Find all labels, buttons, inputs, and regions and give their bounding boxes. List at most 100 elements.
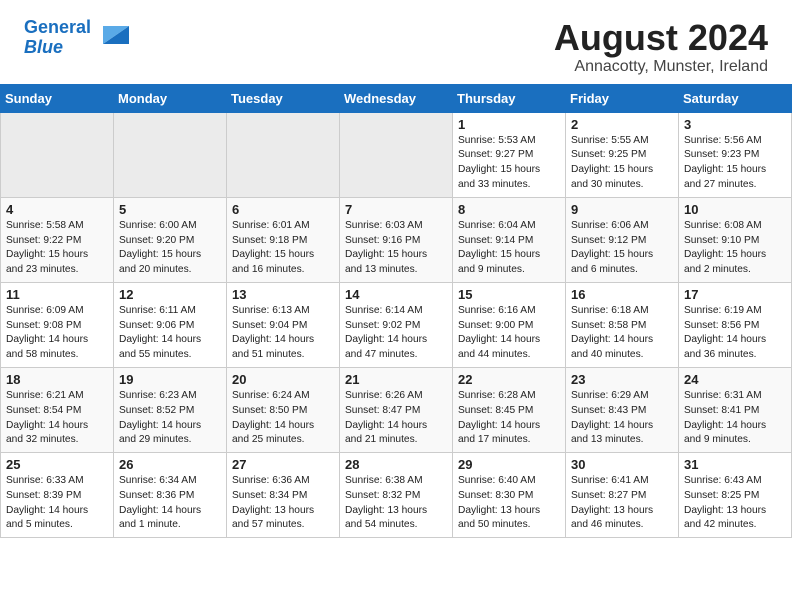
day-info: Sunrise: 6:24 AM Sunset: 8:50 PM Dayligh… [232,389,334,448]
calendar-day-cell: 5 Sunrise: 6:00 AM Sunset: 9:20 PM Daylig… [114,197,227,282]
calendar-day-cell: 10Sunrise: 6:08 AM Sunset: 9:10 PM Dayli… [679,197,792,282]
calendar-day-cell: 11Sunrise: 6:09 AM Sunset: 9:08 PM Dayli… [1,282,114,367]
calendar-day-cell: 17 Sunrise: 6:19 AM Sunset: 8:56 PM Dayli… [679,282,792,367]
day-info: Sunrise: 6:31 AM Sunset: 8:41 PM Dayligh… [684,389,786,448]
calendar-day-cell: 21Sunrise: 6:26 AM Sunset: 8:47 PM Dayli… [340,367,453,452]
day-number: 24 [684,372,786,387]
calendar-week-row: 25Sunrise: 6:33 AM Sunset: 8:39 PM Dayli… [1,453,792,538]
day-info: Sunrise: 6:18 AM Sunset: 8:58 PM Dayligh… [571,304,673,363]
day-info: Sunrise: 6:36 AM Sunset: 8:34 PM Dayligh… [232,474,334,533]
calendar-day-cell: 3 Sunrise: 5:56 AM Sunset: 9:23 PM Daylig… [679,112,792,197]
calendar-day-cell: 16 Sunrise: 6:18 AM Sunset: 8:58 PM Dayli… [566,282,679,367]
day-number: 29 [458,457,560,472]
weekday-header: Thursday [453,84,566,112]
page-header: GeneralBlue August 2024 Annacotty, Munst… [0,0,792,84]
calendar-day-cell: 26 Sunrise: 6:34 AM Sunset: 8:36 PM Dayli… [114,453,227,538]
day-info: Sunrise: 5:53 AM Sunset: 9:27 PM Dayligh… [458,134,560,193]
day-number: 12 [119,287,221,302]
weekday-header: Tuesday [227,84,340,112]
calendar-day-cell: 22 Sunrise: 6:28 AM Sunset: 8:45 PM Dayli… [453,367,566,452]
day-number: 26 [119,457,221,472]
day-info: Sunrise: 6:43 AM Sunset: 8:25 PM Dayligh… [684,474,786,533]
day-number: 5 [119,202,221,217]
logo: GeneralBlue [24,18,129,58]
day-info: Sunrise: 6:21 AM Sunset: 8:54 PM Dayligh… [6,389,108,448]
day-number: 1 [458,117,560,132]
calendar-week-row: 18Sunrise: 6:21 AM Sunset: 8:54 PM Dayli… [1,367,792,452]
day-number: 6 [232,202,334,217]
day-info: Sunrise: 5:58 AM Sunset: 9:22 PM Dayligh… [6,219,108,278]
calendar-day-cell [1,112,114,197]
calendar-day-cell: 28Sunrise: 6:38 AM Sunset: 8:32 PM Dayli… [340,453,453,538]
day-number: 27 [232,457,334,472]
day-number: 4 [6,202,108,217]
day-info: Sunrise: 5:56 AM Sunset: 9:23 PM Dayligh… [684,134,786,193]
weekday-header: Sunday [1,84,114,112]
calendar-day-cell: 1 Sunrise: 5:53 AM Sunset: 9:27 PM Daylig… [453,112,566,197]
calendar-day-cell: 4 Sunrise: 5:58 AM Sunset: 9:22 PM Daylig… [1,197,114,282]
calendar-week-row: 4 Sunrise: 5:58 AM Sunset: 9:22 PM Daylig… [1,197,792,282]
day-number: 23 [571,372,673,387]
day-info: Sunrise: 6:23 AM Sunset: 8:52 PM Dayligh… [119,389,221,448]
day-info: Sunrise: 6:41 AM Sunset: 8:27 PM Dayligh… [571,474,673,533]
day-number: 25 [6,457,108,472]
day-info: Sunrise: 6:40 AM Sunset: 8:30 PM Dayligh… [458,474,560,533]
calendar-header-row: SundayMondayTuesdayWednesdayThursdayFrid… [1,84,792,112]
day-number: 31 [684,457,786,472]
weekday-header: Monday [114,84,227,112]
day-number: 8 [458,202,560,217]
calendar-day-cell: 7 Sunrise: 6:03 AM Sunset: 9:16 PM Daylig… [340,197,453,282]
day-info: Sunrise: 6:34 AM Sunset: 8:36 PM Dayligh… [119,474,221,533]
day-number: 19 [119,372,221,387]
calendar-day-cell [340,112,453,197]
calendar-day-cell: 9 Sunrise: 6:06 AM Sunset: 9:12 PM Daylig… [566,197,679,282]
day-number: 22 [458,372,560,387]
logo-text: GeneralBlue [24,18,91,58]
day-info: Sunrise: 6:13 AM Sunset: 9:04 PM Dayligh… [232,304,334,363]
calendar-day-cell: 15Sunrise: 6:16 AM Sunset: 9:00 PM Dayli… [453,282,566,367]
day-number: 16 [571,287,673,302]
day-info: Sunrise: 6:28 AM Sunset: 8:45 PM Dayligh… [458,389,560,448]
day-info: Sunrise: 6:04 AM Sunset: 9:14 PM Dayligh… [458,219,560,278]
weekday-header: Friday [566,84,679,112]
page-subtitle: Annacotty, Munster, Ireland [554,58,768,76]
calendar-day-cell: 2 Sunrise: 5:55 AM Sunset: 9:25 PM Daylig… [566,112,679,197]
day-info: Sunrise: 6:01 AM Sunset: 9:18 PM Dayligh… [232,219,334,278]
calendar-day-cell [227,112,340,197]
calendar-day-cell: 31 Sunrise: 6:43 AM Sunset: 8:25 PM Dayli… [679,453,792,538]
day-info: Sunrise: 6:09 AM Sunset: 9:08 PM Dayligh… [6,304,108,363]
day-number: 13 [232,287,334,302]
calendar-day-cell: 8 Sunrise: 6:04 AM Sunset: 9:14 PM Daylig… [453,197,566,282]
calendar-day-cell: 20 Sunrise: 6:24 AM Sunset: 8:50 PM Dayli… [227,367,340,452]
day-number: 30 [571,457,673,472]
day-info: Sunrise: 6:29 AM Sunset: 8:43 PM Dayligh… [571,389,673,448]
day-number: 10 [684,202,786,217]
calendar-table: SundayMondayTuesdayWednesdayThursdayFrid… [0,84,792,539]
title-block: August 2024 Annacotty, Munster, Ireland [554,18,768,76]
calendar-week-row: 11Sunrise: 6:09 AM Sunset: 9:08 PM Dayli… [1,282,792,367]
day-info: Sunrise: 6:03 AM Sunset: 9:16 PM Dayligh… [345,219,447,278]
day-info: Sunrise: 6:19 AM Sunset: 8:56 PM Dayligh… [684,304,786,363]
calendar-day-cell: 14Sunrise: 6:14 AM Sunset: 9:02 PM Dayli… [340,282,453,367]
calendar-day-cell: 12 Sunrise: 6:11 AM Sunset: 9:06 PM Dayli… [114,282,227,367]
day-number: 2 [571,117,673,132]
day-number: 9 [571,202,673,217]
day-info: Sunrise: 5:55 AM Sunset: 9:25 PM Dayligh… [571,134,673,193]
calendar-day-cell: 6 Sunrise: 6:01 AM Sunset: 9:18 PM Daylig… [227,197,340,282]
day-info: Sunrise: 6:11 AM Sunset: 9:06 PM Dayligh… [119,304,221,363]
calendar-day-cell: 27 Sunrise: 6:36 AM Sunset: 8:34 PM Dayli… [227,453,340,538]
day-number: 17 [684,287,786,302]
calendar-day-cell: 29 Sunrise: 6:40 AM Sunset: 8:30 PM Dayli… [453,453,566,538]
calendar-week-row: 1 Sunrise: 5:53 AM Sunset: 9:27 PM Daylig… [1,112,792,197]
logo-icon [93,16,129,52]
day-number: 14 [345,287,447,302]
calendar-day-cell: 18Sunrise: 6:21 AM Sunset: 8:54 PM Dayli… [1,367,114,452]
day-number: 3 [684,117,786,132]
day-number: 15 [458,287,560,302]
day-info: Sunrise: 6:26 AM Sunset: 8:47 PM Dayligh… [345,389,447,448]
day-number: 20 [232,372,334,387]
day-info: Sunrise: 6:00 AM Sunset: 9:20 PM Dayligh… [119,219,221,278]
calendar-day-cell: 23 Sunrise: 6:29 AM Sunset: 8:43 PM Dayli… [566,367,679,452]
day-number: 7 [345,202,447,217]
day-info: Sunrise: 6:06 AM Sunset: 9:12 PM Dayligh… [571,219,673,278]
